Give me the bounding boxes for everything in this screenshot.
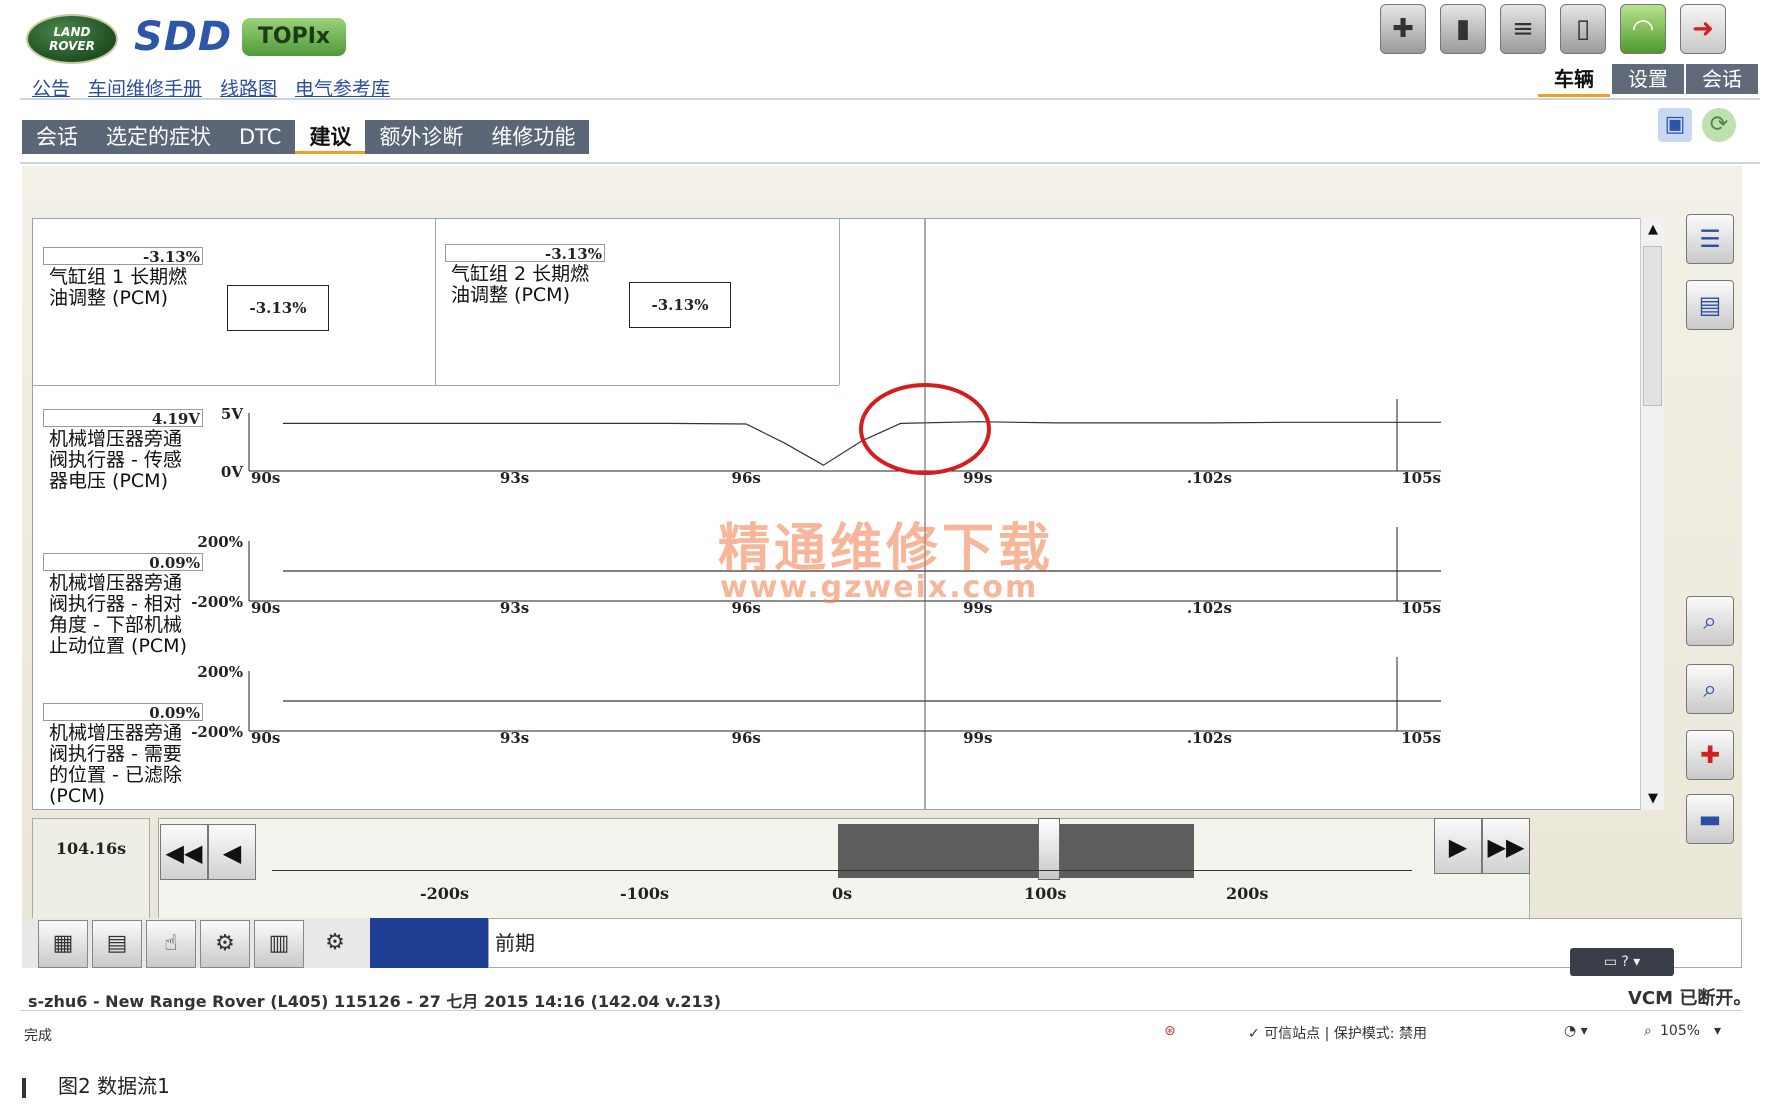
right-tabs: 车辆 设置 会话 [1536,64,1758,97]
record-icon[interactable]: ▦ [38,920,88,968]
zoom-level[interactable]: 105% [1660,1023,1700,1039]
link-workshop-manual[interactable]: 车间维修手册 [88,74,202,101]
top-links: 公告 车间维修手册 线路图 电气参考库 [32,74,390,101]
y-tick-label: 0V [221,463,243,481]
link-electrical-ref[interactable]: 电气参考库 [295,74,390,101]
sdd-logo: SDD [134,14,233,60]
done-label: 完成 [24,1028,52,1044]
x-tick-label: 90s [251,599,280,617]
x-tick-label: 99s [963,729,992,747]
zoom-dropdown-icon[interactable]: ▾ [1714,1023,1721,1039]
y-tick-label: -200% [191,723,243,741]
timeline-tick: 100s [1024,884,1067,903]
settings-gear-icon[interactable]: ⚙ [200,920,250,968]
scroll-up-icon[interactable]: ▲ [1641,222,1665,237]
tab-session[interactable]: 会话 [1686,64,1758,94]
header-divider [20,98,1760,100]
vcm-status: VCM 已断开。 [1628,988,1752,1009]
status-field: 前期 [488,918,1742,968]
timeline-tick: -100s [620,884,670,903]
topix-button[interactable]: TOPIx [242,18,346,56]
browser-status-bar: 完成 ⊛ ✓ 可信站点 | 保护模式: 禁用 ◔ ▾ ⌕ 105% ▾ [20,1010,1742,1047]
forward-fast-icon[interactable]: ▶▶ [1482,818,1530,874]
watermark-url: www.gzweix.com [720,570,1039,605]
x-tick-label: 93s [500,729,529,747]
link-wiring[interactable]: 线路图 [220,74,277,101]
x-tick-label: .102s [1187,729,1232,747]
x-tick-label: 93s [500,469,529,487]
nav-tabs: 会话 选定的症状 DTC 建议 额外诊断 维修功能 [22,120,590,154]
forward-icon[interactable]: ▶ [1434,818,1482,874]
computer-icon[interactable]: ▣ [1658,108,1692,142]
tab-vehicle[interactable]: 车辆 [1538,64,1610,97]
top-icons: ✚ ▮ ≡ ▯ ◠ ➜ [1380,4,1726,54]
session-icons: ▣ ⟳ [1658,108,1736,142]
x-tick-label: .102s [1187,469,1232,487]
x-tick-label: 99s [963,469,992,487]
rewind-icon[interactable]: ◀ [208,824,256,880]
x-tick-label: 105s [1401,729,1441,747]
caption-bar [22,1077,26,1098]
y-tick-label: -200% [191,593,243,611]
tab-session-main[interactable]: 会话 [22,120,92,154]
wireless-icon[interactable]: ◠ [1620,4,1666,54]
session-info: s-zhu6 - New Range Rover (L405) 115126 -… [28,992,722,1011]
x-tick-label: 96s [732,729,761,747]
x-tick-label: 105s [1401,469,1441,487]
timeline-tick: 200s [1226,884,1269,903]
remove-signal-icon[interactable]: ▬ [1686,794,1734,844]
signal-list-icon[interactable]: ▤ [92,920,142,968]
vci-device-icon[interactable]: ▮ [1440,4,1486,54]
timeline-tick: 0s [832,884,853,903]
save-log-icon[interactable]: ▤ [1686,280,1734,330]
security-icon: ⊛ [1164,1023,1176,1039]
module-icon[interactable]: ≡ [1500,4,1546,54]
tab-extra-diagnostics[interactable]: 额外诊断 [365,120,477,154]
refresh-icon[interactable]: ⟳ [1702,108,1736,142]
scroll-thumb[interactable] [1643,246,1662,406]
gears-icon[interactable]: ⚙ [310,920,360,968]
zoom-globe-icon[interactable]: ◔ ▾ [1564,1023,1588,1039]
x-tick-label: 96s [732,469,761,487]
zoom-magnifier-icon: ⌕ [1644,1023,1652,1039]
tab-settings[interactable]: 设置 [1612,64,1684,94]
tab-service-functions[interactable]: 维修功能 [477,120,589,154]
gauge-panel-icon[interactable]: ▥ [254,920,304,968]
x-tick-label: 90s [251,729,280,747]
tab-symptoms[interactable]: 选定的症状 [92,120,225,154]
medical-kit-icon[interactable]: ✚ [1380,4,1426,54]
y-tick-label: 200% [197,533,243,551]
land-rover-logo: LAND ROVER [26,14,118,64]
battery-icon[interactable]: ▯ [1560,4,1606,54]
rewind-fast-icon[interactable]: ◀◀ [160,824,208,880]
list-icon[interactable]: ☰ [1686,214,1734,264]
x-tick-label: .102s [1187,599,1232,617]
nav-divider [20,162,1760,164]
graph-scrollbar[interactable]: ▲ ▼ [1640,218,1664,810]
timeline-tick: -200s [420,884,470,903]
x-tick-label: 93s [500,599,529,617]
add-signal-icon[interactable]: ✚ [1686,730,1734,780]
y-tick-label: 5V [221,405,243,423]
timeline-axis [272,870,1412,871]
figure-caption: 图2 数据流1 [22,1070,170,1099]
x-tick-label: 105s [1401,599,1441,617]
link-bulletin[interactable]: 公告 [32,74,70,101]
status-indicator [370,918,488,968]
exit-icon[interactable]: ➜ [1680,4,1726,54]
trusted-site: ✓ 可信站点 | 保护模式: 禁用 [1248,1026,1427,1042]
x-tick-label: 90s [251,469,280,487]
zoom-in-icon[interactable]: ⌕ [1686,596,1734,646]
tab-dtc[interactable]: DTC [225,120,295,154]
touch-select-icon[interactable]: ☝ [146,920,196,968]
scroll-down-icon[interactable]: ▼ [1641,791,1665,806]
zoom-out-icon[interactable]: ⌕ [1686,664,1734,714]
keyboard-help-icon[interactable]: ▭ ? ▾ [1570,948,1674,976]
tab-recommendations[interactable]: 建议 [295,120,366,154]
y-tick-label: 200% [197,663,243,681]
